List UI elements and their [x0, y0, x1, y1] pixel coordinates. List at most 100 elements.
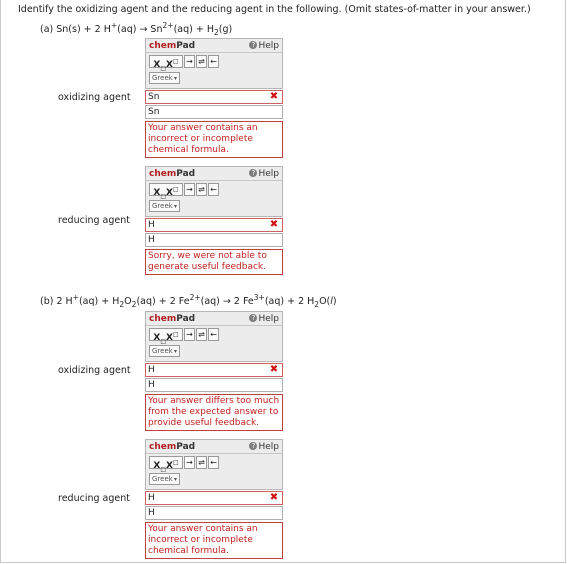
chempad-toolbar: chemPad ? Help X□X□ → ⇌ ← Greek ▾ — [145, 439, 283, 490]
question-text: Identify the oxidizing agent and the red… — [18, 4, 531, 15]
feedback-message: Your answer contains an incorrect or inc… — [145, 522, 283, 559]
help-label: Help — [258, 41, 279, 51]
equilibrium-arrow-button[interactable]: ⇌ — [196, 55, 207, 68]
eq-a-text: (aq) → Sn — [117, 24, 163, 36]
chempad-toolbar: chemPad ? Help X□X□ → ⇌ ← Greek ▾ — [145, 311, 283, 362]
help-link[interactable]: ? Help — [249, 314, 279, 324]
feedback-message: Sorry, we were not able to generate usef… — [145, 249, 283, 275]
error-icon: ✖ — [269, 219, 279, 230]
chevron-down-icon: ▾ — [173, 75, 177, 82]
subscript-superscript-button[interactable]: X□X□ — [149, 328, 183, 345]
chempad-toolbar: chemPad ? Help X□X□ → ⇌ ← Greek ▾ — [145, 166, 283, 217]
chempad-title-chem: chem — [149, 169, 177, 179]
eq-b-text: O( — [319, 296, 331, 308]
eq-b-text: (aq) + 2 H — [264, 296, 315, 308]
help-icon: ? — [249, 314, 258, 322]
help-icon: ? — [249, 169, 258, 177]
superscript-label: X — [166, 461, 173, 471]
answer-preview: H — [145, 378, 283, 392]
arrow-right-button[interactable]: → — [184, 55, 195, 68]
subscript-superscript-button[interactable]: X□X□ — [149, 183, 183, 200]
chempad-title-pad: Pad — [176, 442, 196, 452]
reducing-agent-input[interactable]: H ✖ — [145, 218, 283, 232]
error-icon: ✖ — [269, 91, 279, 102]
arrow-right-button[interactable]: → — [184, 328, 195, 341]
arrow-left-button[interactable]: ← — [208, 456, 219, 469]
greek-label: Greek — [152, 74, 173, 82]
chempad-tools: X□X□ → ⇌ ← — [149, 456, 219, 473]
chevron-down-icon: ▾ — [173, 348, 177, 355]
answer-value: H — [148, 220, 155, 230]
help-link[interactable]: ? Help — [249, 169, 279, 179]
subscript-superscript-button[interactable]: X□X□ — [149, 55, 183, 72]
help-label: Help — [258, 442, 279, 452]
answer-preview: H — [145, 506, 283, 520]
feedback-message: Your answer contains an incorrect or inc… — [145, 121, 283, 158]
reducing-agent-label: reducing agent — [58, 215, 130, 226]
answer-value: Sn — [148, 92, 160, 102]
divider — [146, 52, 282, 53]
arrow-left-button[interactable]: ← — [208, 328, 219, 341]
reducing-agent-label: reducing agent — [58, 493, 130, 504]
chempad-title: chemPad — [149, 41, 195, 51]
help-link[interactable]: ? Help — [249, 442, 279, 452]
divider — [146, 180, 282, 181]
chempad-title-chem: chem — [149, 41, 177, 51]
feedback-message: Your answer differs too much from the ex… — [145, 394, 283, 431]
eq-a-text: (aq) + H — [173, 24, 214, 36]
answer-value: H — [148, 493, 155, 503]
answer-value: H — [148, 365, 155, 375]
equilibrium-arrow-button[interactable]: ⇌ — [196, 183, 207, 196]
help-link[interactable]: ? Help — [249, 41, 279, 51]
chempad-title: chemPad — [149, 442, 195, 452]
equilibrium-arrow-button[interactable]: ⇌ — [196, 328, 207, 341]
help-label: Help — [258, 169, 279, 179]
equation-a: (a) Sn(s) + 2 H+(aq) → Sn2+(aq) + H2(g) — [40, 21, 232, 37]
help-label: Help — [258, 314, 279, 324]
superscript-label: X — [166, 333, 173, 343]
chempad-title-chem: chem — [149, 314, 177, 324]
chempad-title-pad: Pad — [176, 169, 196, 179]
eq-b-text: (aq) → 2 Fe — [200, 296, 254, 308]
arrow-left-button[interactable]: ← — [208, 55, 219, 68]
eq-b-text: O — [124, 296, 132, 308]
chempad-tools: X□X□ → ⇌ ← — [149, 55, 219, 72]
chevron-down-icon: ▾ — [173, 476, 177, 483]
greek-label: Greek — [152, 347, 173, 355]
oxidizing-agent-input[interactable]: Sn ✖ — [145, 90, 283, 104]
eq-a-sup: 2+ — [162, 21, 174, 30]
greek-dropdown[interactable]: Greek ▾ — [149, 200, 180, 212]
eq-b-text: (aq) + 2 Fe — [136, 296, 190, 308]
oxidizing-agent-label: oxidizing agent — [58, 365, 131, 376]
arrow-left-button[interactable]: ← — [208, 183, 219, 196]
divider — [146, 453, 282, 454]
greek-label: Greek — [152, 202, 173, 210]
eq-b-text: (aq) + H — [78, 296, 120, 308]
subscript-superscript-button[interactable]: X□X□ — [149, 456, 183, 473]
arrow-right-button[interactable]: → — [184, 183, 195, 196]
reducing-agent-input[interactable]: H ✖ — [145, 491, 283, 505]
arrow-right-button[interactable]: → — [184, 456, 195, 469]
eq-b-sup: 3+ — [253, 293, 265, 302]
divider — [146, 325, 282, 326]
page-frame — [0, 0, 566, 563]
eq-a-text: (a) Sn(s) + 2 H — [40, 24, 111, 36]
eq-a-text: (g) — [218, 24, 233, 36]
answer-preview: Sn — [145, 105, 283, 119]
oxidizing-agent-label: oxidizing agent — [58, 92, 131, 103]
greek-dropdown[interactable]: Greek ▾ — [149, 473, 180, 485]
greek-dropdown[interactable]: Greek ▾ — [149, 72, 180, 84]
chempad-toolbar: chemPad ? Help X□X□ → ⇌ ← Greek ▾ — [145, 38, 283, 89]
superscript-label: X — [166, 188, 173, 198]
greek-dropdown[interactable]: Greek ▾ — [149, 345, 180, 357]
chempad-title-chem: chem — [149, 442, 177, 452]
help-icon: ? — [249, 442, 258, 450]
equation-b: (b) 2 H+(aq) + H2O2(aq) + 2 Fe2+(aq) → 2… — [40, 293, 337, 309]
eq-b-text: (b) 2 H — [40, 296, 73, 308]
equilibrium-arrow-button[interactable]: ⇌ — [196, 456, 207, 469]
chempad-tools: X□X□ → ⇌ ← — [149, 328, 219, 345]
chevron-down-icon: ▾ — [173, 203, 177, 210]
oxidizing-agent-input[interactable]: H ✖ — [145, 363, 283, 377]
error-icon: ✖ — [269, 492, 279, 503]
chempad-title: chemPad — [149, 314, 195, 324]
